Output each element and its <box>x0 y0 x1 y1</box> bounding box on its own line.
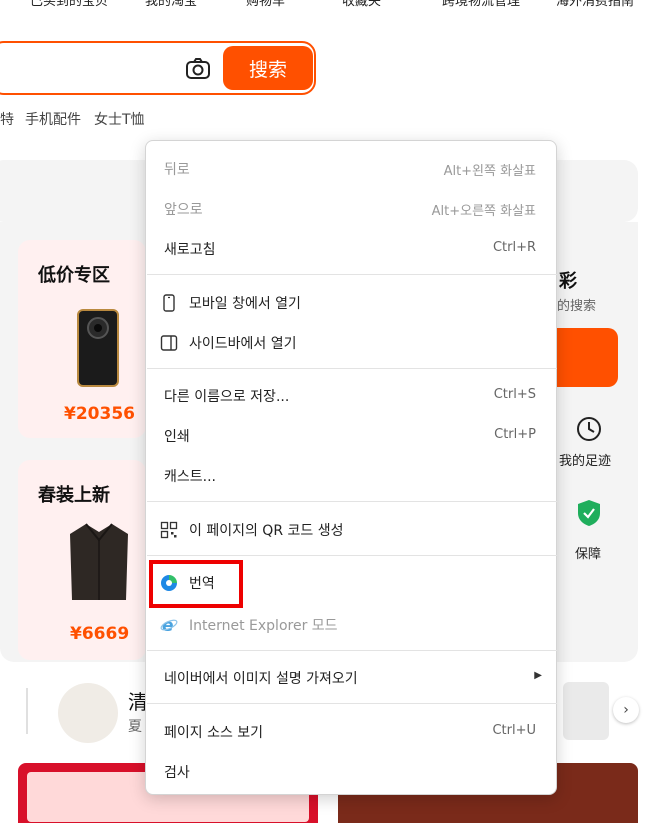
search-button[interactable]: 搜索 <box>223 46 313 90</box>
menu-item-inspect[interactable]: 검사 <box>146 754 556 790</box>
menu-item-shortcut: Ctrl+P <box>494 427 536 442</box>
menu-separator <box>147 650 557 651</box>
nav-logistics[interactable]: 跨境物流管理 <box>442 0 520 9</box>
menu-item-shortcut: Ctrl+R <box>492 240 536 255</box>
card-price: ¥6669 <box>70 624 130 644</box>
menu-item-print[interactable]: 인쇄 Ctrl+P <box>146 418 556 454</box>
phone-product-image[interactable] <box>74 308 122 388</box>
menu-item-shortcut: Alt+왼쪽 화살표 <box>443 164 536 179</box>
hot-word[interactable]: 女士T恤 <box>94 109 145 129</box>
nav-purchased[interactable]: 已买到的宝贝 <box>30 0 108 9</box>
menu-item-shortcut: Alt+오른쪽 화살표 <box>431 204 536 219</box>
submenu-arrow-icon: ▶ <box>534 670 542 681</box>
menu-item-label: 다른 이름으로 저장... <box>164 389 290 405</box>
hot-word[interactable]: 特 <box>0 109 14 129</box>
nav-my-taobao[interactable]: 我的淘宝 <box>145 0 197 9</box>
menu-item-label: 페이지 소스 보기 <box>164 725 264 741</box>
guarantee-label[interactable]: 保障 <box>575 543 601 562</box>
menu-item-shortcut: Ctrl+U <box>492 723 536 738</box>
menu-item-label: 앞으로 <box>164 202 203 218</box>
mobile-icon <box>163 294 175 312</box>
menu-separator <box>147 274 557 275</box>
menu-separator <box>147 368 557 369</box>
next-arrow-button[interactable]: › <box>613 697 639 723</box>
card-title: 春装上新 <box>38 485 110 506</box>
menu-item-forward[interactable]: 앞으로 Alt+오른쪽 화살표 <box>146 191 556 227</box>
nav-cart[interactable]: 购物车 <box>246 0 285 9</box>
menu-item-view-source[interactable]: 페이지 소스 보기 Ctrl+U <box>146 714 556 750</box>
menu-item-qr-code[interactable]: 이 페이지의 QR 코드 생성 <box>146 512 556 548</box>
card-title: 低价专区 <box>38 265 110 286</box>
menu-separator <box>147 703 557 704</box>
menu-item-label: 캐스트... <box>164 469 216 485</box>
ie-icon: e <box>160 616 178 634</box>
clock-icon[interactable] <box>576 416 602 442</box>
menu-item-label: 뒤로 <box>164 162 190 178</box>
menu-item-label: 네이버에서 이미지 설명 가져오기 <box>164 671 358 687</box>
svg-text:e: e <box>162 616 174 634</box>
menu-item-naver-image-description[interactable]: 네이버에서 이미지 설명 가져오기 ▶ <box>146 660 556 696</box>
menu-item-label: 모바일 창에서 열기 <box>189 296 301 312</box>
menu-item-label: Internet Explorer 모드 <box>189 618 338 634</box>
menu-item-label: 이 페이지의 QR 코드 생성 <box>189 523 344 539</box>
hot-word[interactable]: 手机配件 <box>25 109 81 129</box>
qr-code-icon <box>160 521 178 539</box>
menu-item-label: 검사 <box>164 765 190 781</box>
menu-item-label: 사이드바에서 열기 <box>189 336 297 352</box>
jacket-product-image[interactable] <box>66 520 132 604</box>
highlight-box <box>149 560 243 608</box>
side-subtitle: 的搜索 <box>557 299 597 314</box>
top-navigation: 已买到的宝贝 我的淘宝 购物车 收藏夹 跨境物流管理 海外消费指南 <box>0 0 646 10</box>
card-price: ¥20356 <box>64 404 135 424</box>
menu-item-open-mobile[interactable]: 모바일 창에서 열기 <box>146 285 556 321</box>
product-thumbnail[interactable] <box>563 682 609 740</box>
sidebar-icon <box>160 335 178 351</box>
side-title: 彩 <box>559 271 577 292</box>
side-action-button[interactable] <box>550 328 618 387</box>
menu-item-shortcut: Ctrl+S <box>493 387 536 402</box>
menu-item-label: 새로고침 <box>164 242 216 258</box>
strip-divider <box>26 688 28 734</box>
menu-separator <box>147 501 557 502</box>
menu-item-cast[interactable]: 캐스트... <box>146 458 556 494</box>
nav-favorites[interactable]: 收藏夹 <box>342 0 381 9</box>
menu-item-label: 인쇄 <box>164 429 190 445</box>
nav-overseas-guide[interactable]: 海外消费指南 <box>556 0 634 9</box>
shield-icon[interactable] <box>576 499 602 527</box>
menu-item-open-sidebar[interactable]: 사이드바에서 열기 <box>146 325 556 361</box>
product-thumbnail[interactable] <box>58 683 118 743</box>
menu-item-save-as[interactable]: 다른 이름으로 저장... Ctrl+S <box>146 378 556 414</box>
menu-item-ie-mode[interactable]: e Internet Explorer 모드 <box>146 607 556 643</box>
strip-subtitle: 夏 <box>128 719 142 735</box>
context-menu: 뒤로 Alt+왼쪽 화살표 앞으로 Alt+오른쪽 화살표 새로고침 Ctrl+… <box>145 140 557 795</box>
menu-item-reload[interactable]: 새로고침 Ctrl+R <box>146 231 556 267</box>
footprint-label[interactable]: 我的足迹 <box>559 450 611 469</box>
menu-item-back[interactable]: 뒤로 Alt+왼쪽 화살표 <box>146 151 556 187</box>
menu-separator <box>147 555 557 556</box>
camera-icon[interactable] <box>184 55 212 83</box>
